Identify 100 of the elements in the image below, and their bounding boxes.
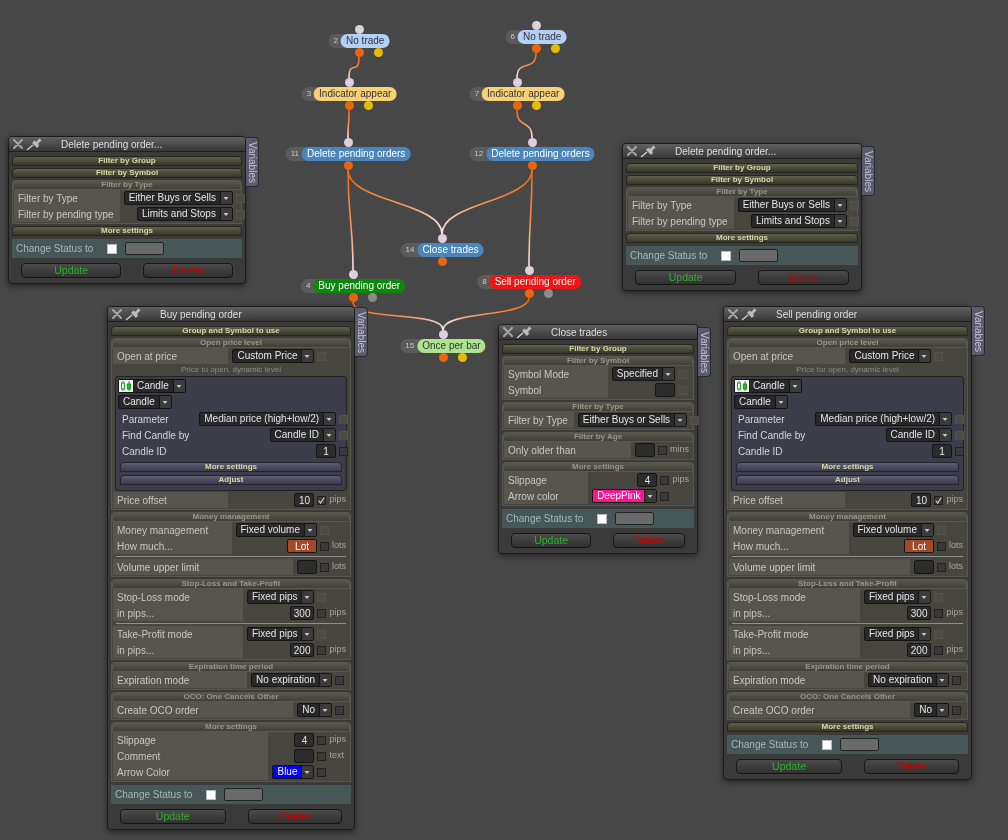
dropdown[interactable]: Limits and Stops	[750, 214, 847, 228]
output-port-icon[interactable]	[373, 48, 383, 57]
checkbox[interactable]	[952, 675, 961, 685]
section-header[interactable]: Filter by Symbol	[12, 168, 242, 178]
dropdown[interactable]: Median price (high+low/2)	[815, 412, 953, 426]
flow-node[interactable]: 3 Indicator appear	[301, 87, 397, 101]
output-port-icon[interactable]	[344, 101, 354, 110]
close-icon[interactable]	[728, 309, 738, 319]
checkbox[interactable]	[934, 608, 944, 618]
checkbox[interactable]	[952, 705, 961, 715]
update-button[interactable]: Update	[511, 533, 592, 548]
input-port-icon[interactable]	[438, 330, 448, 339]
input-port-icon[interactable]	[531, 21, 541, 30]
update-button[interactable]: Update	[635, 270, 737, 285]
checkbox[interactable]	[317, 751, 327, 761]
value-field[interactable]: Lot	[904, 539, 934, 553]
checkbox[interactable]	[317, 495, 327, 505]
flow-node[interactable]: 2 No trade	[328, 34, 390, 48]
output-port-icon[interactable]	[363, 101, 373, 110]
input-field[interactable]	[655, 383, 675, 397]
variables-tab[interactable]: Variables	[698, 327, 711, 377]
value-field[interactable]: 200	[906, 643, 932, 657]
checkbox[interactable]	[660, 475, 670, 485]
input-port-icon[interactable]	[354, 25, 364, 34]
flow-node[interactable]: 4 Buy pending order	[300, 279, 406, 293]
output-port-icon[interactable]	[531, 101, 541, 110]
flow-node[interactable]: 6 No trade	[505, 30, 567, 44]
dropdown[interactable]: Fixed pips	[863, 590, 932, 604]
checkbox[interactable]	[320, 562, 329, 572]
output-port-icon[interactable]	[531, 44, 541, 53]
input-field[interactable]	[125, 242, 164, 255]
value-field[interactable]: 300	[289, 606, 315, 620]
section-header[interactable]: Filter by Group	[502, 344, 694, 354]
value-field[interactable]: 1	[316, 444, 337, 458]
checkbox[interactable]	[934, 495, 944, 505]
input-port-icon[interactable]	[524, 266, 534, 275]
close-icon[interactable]	[13, 139, 23, 149]
section-header[interactable]: More settings	[120, 462, 342, 472]
input-field[interactable]	[635, 443, 655, 457]
checkbox[interactable]	[317, 608, 327, 618]
checkbox[interactable]	[822, 739, 832, 750]
dropdown[interactable]: Candle	[118, 379, 186, 393]
pin-icon[interactable]	[516, 325, 534, 339]
checkbox[interactable]	[335, 675, 344, 685]
checkbox[interactable]	[320, 541, 329, 551]
checkbox[interactable]	[317, 645, 327, 655]
checkbox[interactable]	[107, 243, 117, 254]
value-field[interactable]: Lot	[287, 539, 317, 553]
input-port-icon[interactable]	[348, 270, 358, 279]
update-button[interactable]: Update	[120, 809, 226, 824]
value-field[interactable]: 1	[932, 444, 953, 458]
dropdown[interactable]: Custom Price	[849, 349, 932, 363]
checkbox[interactable]	[597, 513, 607, 524]
output-port-icon[interactable]	[367, 293, 377, 302]
dropdown[interactable]: No expiration	[868, 673, 949, 687]
input-field[interactable]	[914, 560, 934, 574]
checkbox[interactable]	[955, 446, 965, 456]
flow-node[interactable]: 8 Sell pending order	[477, 275, 581, 289]
section-header[interactable]: Adjust	[736, 475, 959, 485]
section-header[interactable]: Filter by Symbol	[626, 175, 858, 185]
dropdown[interactable]: Candle	[734, 395, 788, 409]
pin-icon[interactable]	[640, 144, 658, 158]
output-port-icon[interactable]	[348, 293, 358, 302]
input-port-icon[interactable]	[344, 78, 354, 87]
value-field[interactable]: 10	[911, 493, 932, 507]
input-port-icon[interactable]	[512, 78, 522, 87]
pin-icon[interactable]	[125, 307, 143, 321]
input-field[interactable]	[739, 249, 778, 262]
output-port-icon[interactable]	[437, 257, 447, 266]
dropdown[interactable]: Custom Price	[232, 349, 315, 363]
checkbox[interactable]	[317, 735, 327, 745]
output-port-icon[interactable]	[512, 101, 522, 110]
input-field[interactable]	[615, 512, 654, 525]
output-port-icon[interactable]	[343, 161, 353, 170]
close-icon[interactable]	[503, 327, 513, 337]
dropdown[interactable]: Either Buys or Sells	[737, 198, 847, 212]
flow-node[interactable]: 7 Indicator appear	[469, 87, 565, 101]
dropdown[interactable]: Specified	[611, 367, 675, 381]
flow-node[interactable]: 14 Close trades	[400, 243, 484, 257]
dropdown[interactable]: Candle ID	[269, 428, 337, 442]
input-field[interactable]	[840, 738, 879, 751]
checkbox[interactable]	[937, 541, 946, 551]
variables-tab[interactable]: Variables	[355, 307, 368, 357]
output-port-icon[interactable]	[527, 161, 537, 170]
dropdown[interactable]: Median price (high+low/2)	[199, 412, 337, 426]
dropdown[interactable]: No expiration	[251, 673, 332, 687]
output-port-icon[interactable]	[550, 44, 560, 53]
value-field[interactable]: 200	[289, 643, 315, 657]
dropdown[interactable]: Limits and Stops	[136, 207, 233, 221]
close-icon[interactable]	[627, 146, 637, 156]
output-port-icon[interactable]	[543, 289, 553, 298]
input-field[interactable]	[297, 560, 317, 574]
input-port-icon[interactable]	[527, 138, 537, 147]
section-header[interactable]: Filter by Group	[12, 156, 242, 166]
flow-node[interactable]: 11 Delete pending orders	[285, 147, 411, 161]
dropdown[interactable]: Either Buys or Sells	[577, 413, 688, 427]
checkbox[interactable]	[335, 705, 344, 715]
dropdown[interactable]: Either Buys or Sells	[123, 191, 233, 205]
variables-tab[interactable]: Variables	[862, 146, 875, 196]
section-header[interactable]: More settings	[12, 226, 242, 236]
